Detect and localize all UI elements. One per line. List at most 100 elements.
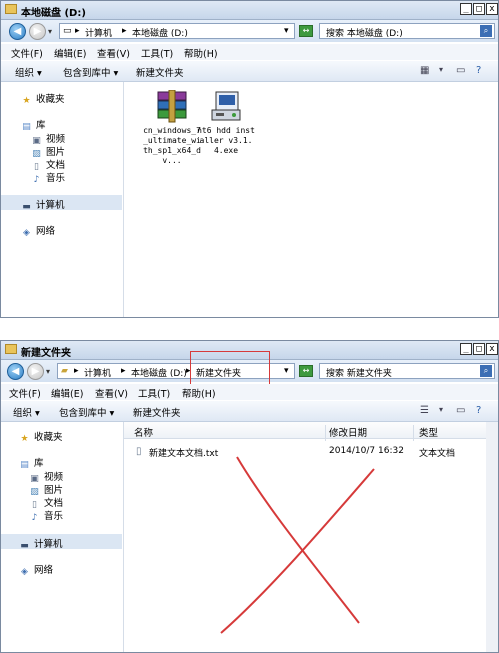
window-title: 本地磁盘 (D:) — [21, 8, 86, 19]
nav-libraries[interactable]: ▤ 库 — [21, 117, 45, 132]
file-item[interactable]: nt6 hdd installer v3.1.4.exe — [195, 88, 257, 168]
new-folder-button[interactable]: 新建文件夹 — [133, 405, 181, 419]
organize-button[interactable]: 组织 ▾ — [13, 405, 40, 419]
nav-favorites[interactable]: ★ 收藏夹 — [19, 429, 62, 444]
explorer-window-bottom: 新建文件夹 _ □ x ◀ ▶ ▾ ▰ ▸ 计算机 ▸ 本地磁盘 (D:) ▸ … — [0, 340, 499, 653]
minimize-button[interactable]: _ — [460, 343, 472, 355]
column-date-modified[interactable]: 修改日期 — [329, 425, 367, 439]
recent-pages-icon[interactable]: ▾ — [46, 367, 50, 376]
menu-help[interactable]: 帮助(H) — [184, 46, 218, 60]
navigation-pane: ★ 收藏夹 ▤ 库 ▣ 视频 ▨ 图片 ▯ 文档 ♪ 音乐 ▬ 计算机 ◈ 网络 — [1, 422, 124, 652]
breadcrumb-computer[interactable]: 计算机 — [84, 366, 111, 379]
nav-music[interactable]: ♪ 音乐 — [29, 508, 63, 523]
menu-view[interactable]: 查看(V) — [97, 46, 130, 60]
red-cross-annotation — [220, 456, 375, 634]
preview-pane-icon[interactable]: ▭ — [456, 65, 465, 76]
window-title: 新建文件夹 — [21, 348, 71, 359]
breadcrumb-drive[interactable]: 本地磁盘 (D:) — [131, 366, 187, 379]
maximize-button[interactable]: □ — [473, 343, 485, 355]
address-row: ◀ ▶ ▾ ▭ ▸ 计算机 ▸ 本地磁盘 (D:) ▾ ↔ 搜索 本地磁盘 (D… — [1, 20, 498, 42]
view-dropdown-icon[interactable]: ▾ — [439, 65, 443, 74]
column-type[interactable]: 类型 — [419, 425, 438, 439]
title-bar: 本地磁盘 (D:) _ □ x — [1, 1, 498, 20]
address-bar[interactable]: ▭ ▸ 计算机 ▸ 本地磁盘 (D:) ▾ — [59, 23, 295, 39]
view-options-icon[interactable]: ☰ — [420, 405, 429, 416]
menu-bar: 文件(F) 编辑(E) 查看(V) 工具(T) 帮助(H) — [1, 384, 498, 400]
computer-icon: ▬ — [22, 202, 31, 212]
nav-libraries[interactable]: ▤ 库 — [19, 455, 43, 470]
recent-pages-icon[interactable]: ▾ — [48, 27, 52, 36]
address-dropdown-icon[interactable]: ▾ — [284, 26, 289, 36]
view-dropdown-icon[interactable]: ▾ — [439, 405, 443, 414]
close-button[interactable]: x — [486, 343, 498, 355]
nav-favorites[interactable]: ★ 收藏夹 — [21, 91, 64, 106]
command-bar: 组织 ▾ 包含到库中 ▾ 新建文件夹 ▦ ▾ ▭ ? — [1, 61, 498, 82]
network-icon: ◈ — [21, 567, 28, 577]
close-button[interactable]: x — [486, 3, 498, 15]
folder-icon: ▰ — [61, 366, 68, 376]
rar-archive-icon — [157, 90, 187, 123]
file-name: nt6 hdd installer v3.1.4.exe — [197, 126, 255, 155]
installer-exe-icon — [211, 91, 241, 121]
text-file-icon: ▯ — [136, 446, 142, 457]
menu-bar: 文件(F) 编辑(E) 查看(V) 工具(T) 帮助(H) — [1, 44, 498, 60]
forward-button[interactable]: ▶ — [29, 23, 46, 40]
menu-tools[interactable]: 工具(T) — [138, 386, 170, 400]
network-icon: ◈ — [23, 228, 30, 238]
file-area: 名称 修改日期 类型 ▯ 新建文本文档.txt 2014/10/7 16:32 … — [124, 422, 498, 652]
command-bar: 组织 ▾ 包含到库中 ▾ 新建文件夹 ☰ ▾ ▭ ? — [1, 401, 498, 422]
back-button[interactable]: ◀ — [7, 363, 24, 380]
new-folder-button[interactable]: 新建文件夹 — [136, 65, 184, 79]
search-input[interactable]: 搜索 本地磁盘 (D:) ⌕ — [319, 23, 495, 39]
column-header-row: 名称 修改日期 类型 — [124, 422, 486, 441]
nav-music[interactable]: ♪ 音乐 — [31, 170, 65, 185]
menu-edit[interactable]: 编辑(E) — [51, 386, 83, 400]
file-name: cn_windows_7_ultimate_with_sp1_x64_dv... — [143, 126, 201, 165]
explorer-window-top: 本地磁盘 (D:) _ □ x ◀ ▶ ▾ ▭ ▸ 计算机 ▸ 本地磁盘 (D:… — [0, 0, 499, 318]
menu-edit[interactable]: 编辑(E) — [54, 46, 86, 60]
nav-computer[interactable]: ▬ 计算机 — [21, 197, 64, 212]
refresh-icon[interactable]: ↔ — [299, 25, 313, 37]
nav-computer[interactable]: ▬ 计算机 — [19, 536, 62, 551]
music-icon: ♪ — [33, 175, 40, 185]
folder-icon — [5, 344, 17, 354]
help-icon[interactable]: ? — [476, 65, 481, 76]
file-item[interactable]: cn_windows_7_ultimate_with_sp1_x64_dv... — [141, 88, 203, 168]
navigation-pane: ★ 收藏夹 ▤ 库 ▣ 视频 ▨ 图片 ▯ 文档 ♪ 音乐 ▬ 计算机 ◈ 网络 — [1, 82, 124, 317]
computer-icon: ▭ — [63, 26, 72, 36]
row-file-name: 新建文本文档.txt — [149, 449, 219, 459]
computer-icon: ▬ — [20, 541, 29, 551]
include-in-library-button[interactable]: 包含到库中 ▾ — [59, 405, 114, 419]
address-dropdown-icon[interactable]: ▾ — [284, 366, 289, 376]
nav-network[interactable]: ◈ 网络 — [19, 562, 53, 577]
include-in-library-button[interactable]: 包含到库中 ▾ — [63, 65, 118, 79]
organize-button[interactable]: 组织 ▾ — [15, 65, 42, 79]
row-type: 文本文档 — [419, 449, 456, 459]
menu-view[interactable]: 查看(V) — [95, 386, 128, 400]
vertical-scrollbar[interactable] — [486, 422, 498, 652]
breadcrumb-drive[interactable]: 本地磁盘 (D:) — [132, 26, 188, 39]
menu-help[interactable]: 帮助(H) — [182, 386, 216, 400]
search-input[interactable]: 搜索 新建文件夹 ⌕ — [319, 363, 495, 379]
help-icon[interactable]: ? — [476, 405, 481, 416]
back-button[interactable]: ◀ — [9, 23, 26, 40]
search-icon[interactable]: ⌕ — [480, 25, 492, 37]
music-icon: ♪ — [31, 513, 38, 523]
search-icon[interactable]: ⌕ — [480, 365, 492, 377]
minimize-button[interactable]: _ — [460, 3, 472, 15]
preview-pane-icon[interactable]: ▭ — [456, 405, 465, 416]
star-icon: ★ — [22, 96, 31, 106]
star-icon: ★ — [20, 434, 29, 444]
menu-file[interactable]: 文件(F) — [11, 46, 43, 60]
refresh-icon[interactable]: ↔ — [299, 365, 313, 377]
menu-file[interactable]: 文件(F) — [9, 386, 41, 400]
maximize-button[interactable]: □ — [473, 3, 485, 15]
drive-icon — [5, 4, 17, 14]
nav-network[interactable]: ◈ 网络 — [21, 223, 55, 238]
menu-tools[interactable]: 工具(T) — [141, 46, 173, 60]
breadcrumb-computer[interactable]: 计算机 — [85, 26, 112, 39]
column-name[interactable]: 名称 — [134, 425, 153, 439]
forward-button[interactable]: ▶ — [27, 363, 44, 380]
file-area: cn_windows_7_ultimate_with_sp1_x64_dv...… — [125, 82, 498, 317]
view-options-icon[interactable]: ▦ — [420, 65, 429, 76]
